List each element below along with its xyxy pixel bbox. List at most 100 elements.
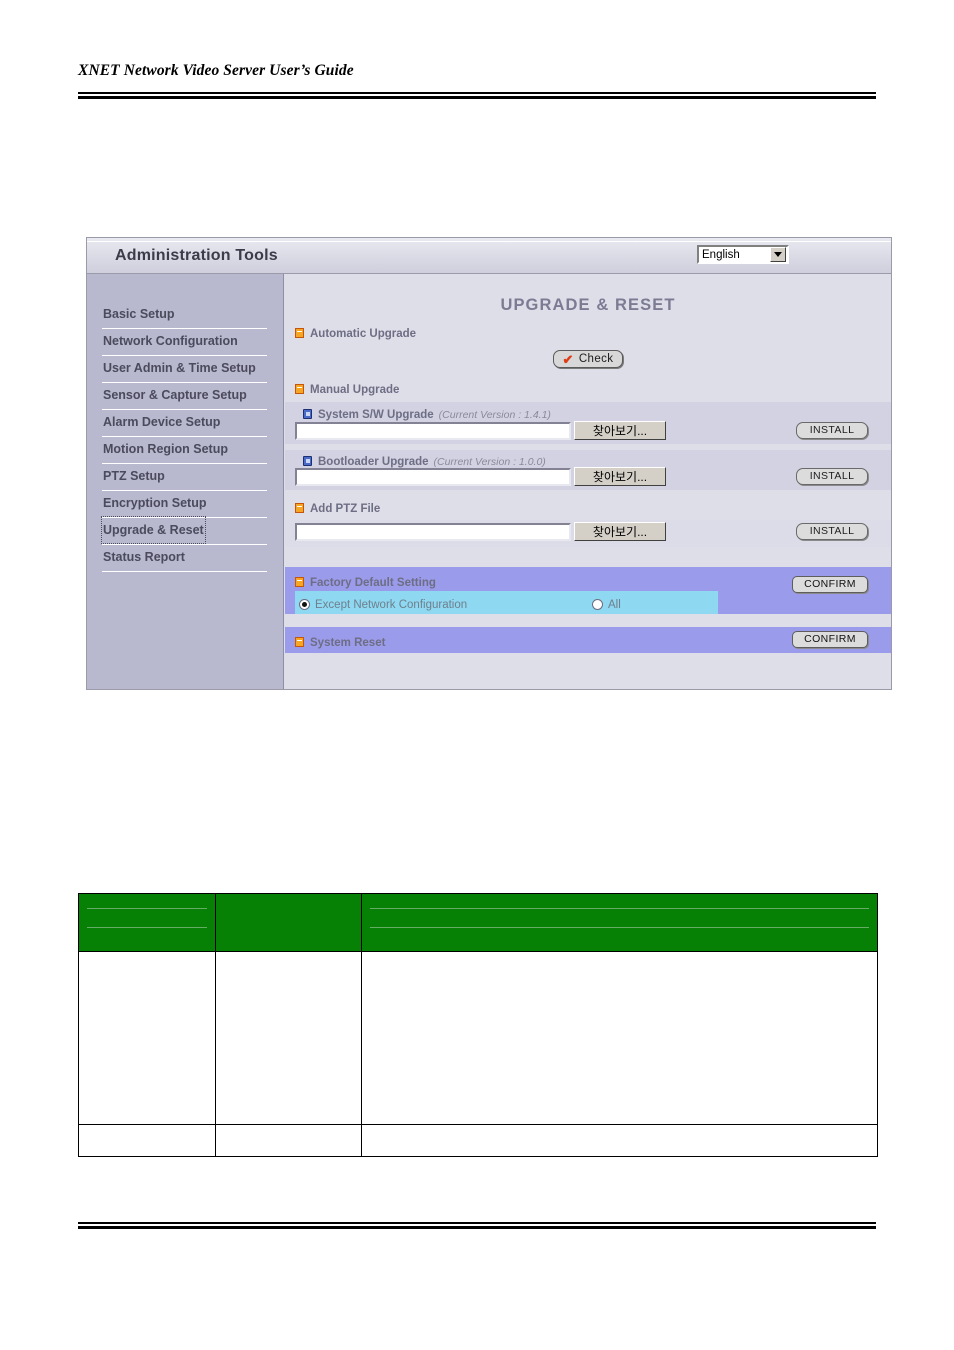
table-cell	[215, 1124, 362, 1157]
sidebar-item-status-report[interactable]: Status Report	[102, 545, 267, 572]
table-header-cell	[361, 893, 878, 952]
factory-default-header: Factory Default Setting	[295, 573, 436, 591]
bootloader-browse-button[interactable]: 찾아보기...	[574, 466, 666, 486]
bootloader-upgrade-label: Bootloader Upgrade	[318, 455, 429, 468]
header-rule-line	[370, 908, 869, 909]
table-row	[78, 951, 878, 1125]
table-cell	[78, 1124, 216, 1157]
add-ptz-browse-button[interactable]: 찾아보기...	[574, 521, 666, 541]
add-ptz-file-input[interactable]	[295, 522, 571, 541]
header-rule-line	[87, 908, 207, 909]
bootloader-upgrade-row: Bootloader Upgrade (Current Version : 1.0…	[285, 449, 891, 490]
system-reset-section: System Reset CONFIRM	[285, 626, 891, 653]
sidebar-item-label: Sensor & Capture Setup	[103, 388, 247, 402]
check-icon: ✔	[562, 351, 574, 367]
system-reset-label: System Reset	[310, 636, 386, 649]
sidebar-item-alarm-device-setup[interactable]: Alarm Device Setup	[102, 410, 267, 437]
factory-default-option-all[interactable]: All	[592, 595, 621, 613]
header-rule-line	[87, 927, 207, 928]
section-bullet-icon	[295, 576, 304, 587]
factory-default-confirm-button[interactable]: CONFIRM	[792, 575, 868, 593]
table-cell	[361, 1124, 878, 1157]
sidebar-item-sensor-capture-setup[interactable]: Sensor & Capture Setup	[102, 383, 267, 410]
window-body: Basic Setup Network Configuration User A…	[87, 274, 891, 689]
system-sw-upgrade-row: System S/W Upgrade (Current Version : 1.4…	[285, 401, 891, 444]
language-select[interactable]: English	[697, 245, 789, 264]
sidebar-menu: Basic Setup Network Configuration User A…	[87, 302, 283, 572]
bootloader-current-version: (Current Version : 1.0.0)	[433, 455, 546, 468]
option-label: Except Network Configuration	[315, 598, 468, 611]
check-button-label: Check	[578, 353, 614, 365]
radio-icon[interactable]	[592, 598, 603, 610]
section-bullet-icon	[295, 636, 304, 647]
factory-default-section: Factory Default Setting CONFIRM Except N…	[285, 566, 891, 614]
sidebar-item-label: Basic Setup	[103, 307, 175, 321]
option-label: All	[608, 598, 621, 611]
main-content: UPGRADE & RESET Automatic Upgrade ✔ Check…	[285, 274, 891, 689]
add-ptz-file-label: Add PTZ File	[310, 502, 381, 515]
system-sw-upgrade-label: System S/W Upgrade	[318, 408, 434, 421]
sidebar-item-label: Status Report	[103, 550, 185, 564]
subsection-bullet-icon	[303, 408, 312, 419]
bootloader-file-input[interactable]	[295, 467, 571, 486]
bootloader-install-button[interactable]: INSTALL	[796, 467, 868, 485]
add-ptz-file-section-header: Add PTZ File	[295, 500, 891, 517]
table-cell	[78, 951, 216, 1125]
sidebar-item-upgrade-reset[interactable]: Upgrade & Reset	[101, 516, 267, 545]
sidebar: Basic Setup Network Configuration User A…	[87, 274, 284, 689]
sidebar-item-label: PTZ Setup	[103, 469, 165, 483]
system-reset-confirm-button[interactable]: CONFIRM	[792, 630, 868, 648]
table-header-cell	[215, 893, 362, 952]
add-ptz-install-button[interactable]: INSTALL	[796, 522, 868, 540]
content-heading: UPGRADE & RESET	[500, 296, 676, 314]
manual-upgrade-label: Manual Upgrade	[310, 383, 400, 396]
system-sw-upgrade-header: System S/W Upgrade (Current Version : 1.4…	[303, 405, 551, 423]
header-rule	[78, 92, 876, 99]
language-select-value: English	[702, 248, 740, 261]
system-reset-header: System Reset	[295, 633, 385, 651]
system-sw-browse-button[interactable]: 찾아보기...	[574, 420, 666, 440]
system-sw-current-version: (Current Version : 1.4.1)	[438, 408, 551, 421]
factory-default-options: Except Network Configuration All	[295, 590, 718, 614]
factory-default-option-except-network[interactable]: Except Network Configuration	[299, 595, 467, 613]
document-header: XNET Network Video Server User’s Guide	[78, 62, 876, 99]
system-sw-install-button[interactable]: INSTALL	[796, 421, 868, 439]
sidebar-item-motion-region-setup[interactable]: Motion Region Setup	[102, 437, 267, 464]
sidebar-item-encryption-setup[interactable]: Encryption Setup	[102, 491, 267, 518]
table-cell	[215, 951, 362, 1125]
sidebar-item-label: Upgrade & Reset	[101, 516, 206, 544]
administration-tools-window: Administration Tools English Basic Setup…	[86, 237, 892, 690]
table-header-row	[78, 893, 878, 952]
table-header-cell	[78, 893, 216, 952]
table-row	[78, 1124, 878, 1157]
window-titlebar: Administration Tools English	[87, 238, 891, 274]
section-bullet-icon	[295, 502, 304, 513]
add-ptz-file-row: 찾아보기... INSTALL	[285, 519, 891, 547]
manual-upgrade-section-header: Manual Upgrade	[295, 381, 891, 398]
check-button[interactable]: ✔ Check	[552, 350, 624, 368]
chevron-down-icon[interactable]	[770, 247, 786, 262]
document-header-title: XNET Network Video Server User’s Guide	[78, 62, 354, 79]
system-sw-file-input[interactable]	[295, 421, 571, 440]
sidebar-item-basic-setup[interactable]: Basic Setup	[102, 302, 267, 329]
sidebar-item-network-configuration[interactable]: Network Configuration	[102, 329, 267, 356]
sidebar-item-ptz-setup[interactable]: PTZ Setup	[102, 464, 267, 491]
sidebar-item-label: Motion Region Setup	[103, 442, 228, 456]
section-bullet-icon	[295, 383, 304, 394]
sidebar-item-label: Alarm Device Setup	[103, 415, 221, 429]
sidebar-item-label: Network Configuration	[103, 334, 238, 348]
document-footer	[78, 1222, 876, 1229]
sidebar-item-label: User Admin & Time Setup	[103, 361, 256, 375]
section-bullet-icon	[295, 328, 304, 338]
page-title: Administration Tools	[115, 247, 278, 264]
automatic-upgrade-actions: ✔ Check	[285, 350, 891, 369]
sidebar-item-label: Encryption Setup	[103, 496, 207, 510]
sidebar-item-user-admin-time-setup[interactable]: User Admin & Time Setup	[102, 356, 267, 383]
subsection-bullet-icon	[303, 455, 312, 466]
header-rule-line	[370, 927, 869, 928]
radio-icon[interactable]	[299, 598, 310, 610]
factory-default-label: Factory Default Setting	[310, 576, 436, 589]
footer-rule	[78, 1222, 876, 1229]
automatic-upgrade-label: Automatic Upgrade	[310, 328, 417, 340]
table-cell	[361, 951, 878, 1125]
